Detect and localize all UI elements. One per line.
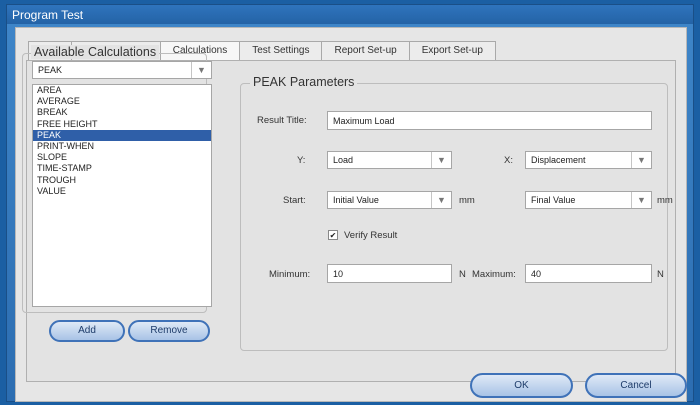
end-select-value: Final Value <box>531 195 576 205</box>
tab-test-settings[interactable]: Test Settings <box>239 41 322 60</box>
chevron-down-icon: ▼ <box>431 152 451 168</box>
calculations-list[interactable]: AREA AVERAGE BREAK FREE HEIGHT PEAK PRIN… <box>32 84 212 307</box>
tab-report-setup[interactable]: Report Set-up <box>321 41 409 60</box>
x-select-value: Displacement <box>531 155 586 165</box>
start-unit: mm <box>459 195 475 206</box>
calculation-select-value: PEAK <box>38 65 63 75</box>
minimum-label: Minimum: <box>269 269 311 280</box>
start-label: Start: <box>283 195 306 206</box>
x-select[interactable]: Displacement ▼ <box>525 151 652 169</box>
list-item[interactable]: PRINT-WHEN <box>33 141 211 152</box>
result-title-label: Result Title: <box>257 115 307 126</box>
maximum-label: Maximum: <box>472 269 516 280</box>
chevron-down-icon: ▼ <box>631 152 651 168</box>
available-calculations-title: Available Calculations <box>31 45 160 59</box>
chevron-down-icon: ▼ <box>431 192 451 208</box>
check-icon: ✔ <box>329 231 337 240</box>
verify-result-checkbox[interactable]: ✔ <box>328 230 338 240</box>
window: Program Test Test Data Handling Calculat… <box>6 4 694 402</box>
chevron-down-icon: ▼ <box>191 62 211 78</box>
end-unit: mm <box>657 195 673 206</box>
minimum-unit: N <box>459 269 466 280</box>
minimum-input[interactable]: 10 <box>327 264 452 283</box>
peak-parameters-title: PEAK Parameters <box>250 75 358 89</box>
y-select[interactable]: Load ▼ <box>327 151 452 169</box>
start-select[interactable]: Initial Value ▼ <box>327 191 452 209</box>
list-item[interactable]: AREA <box>33 85 211 96</box>
y-select-value: Load <box>333 155 354 165</box>
ok-button[interactable]: OK <box>470 373 573 398</box>
list-item[interactable]: TIME-STAMP <box>33 163 211 174</box>
maximum-unit: N <box>657 269 664 280</box>
remove-button[interactable]: Remove <box>128 320 210 342</box>
result-title-input[interactable]: Maximum Load <box>327 111 652 130</box>
list-item-selected[interactable]: PEAK <box>33 129 211 141</box>
maximum-input[interactable]: 40 <box>525 264 652 283</box>
end-select[interactable]: Final Value ▼ <box>525 191 652 209</box>
list-item[interactable]: FREE HEIGHT <box>33 119 211 130</box>
tab-export-setup[interactable]: Export Set-up <box>408 41 496 60</box>
cancel-button[interactable]: Cancel <box>585 373 687 398</box>
list-item[interactable]: VALUE <box>33 186 211 197</box>
calculation-select[interactable]: PEAK ▼ <box>32 61 212 79</box>
list-item[interactable]: BREAK <box>33 107 211 118</box>
chevron-down-icon: ▼ <box>631 192 651 208</box>
y-label: Y: <box>297 155 306 166</box>
start-select-value: Initial Value <box>333 195 379 205</box>
window-title: Program Test <box>7 5 693 24</box>
add-button[interactable]: Add <box>49 320 125 342</box>
list-item[interactable]: SLOPE <box>33 152 211 163</box>
verify-result-label: Verify Result <box>344 230 398 241</box>
x-label: X: <box>504 155 513 166</box>
list-item[interactable]: TROUGH <box>33 175 211 186</box>
list-item[interactable]: AVERAGE <box>33 96 211 107</box>
